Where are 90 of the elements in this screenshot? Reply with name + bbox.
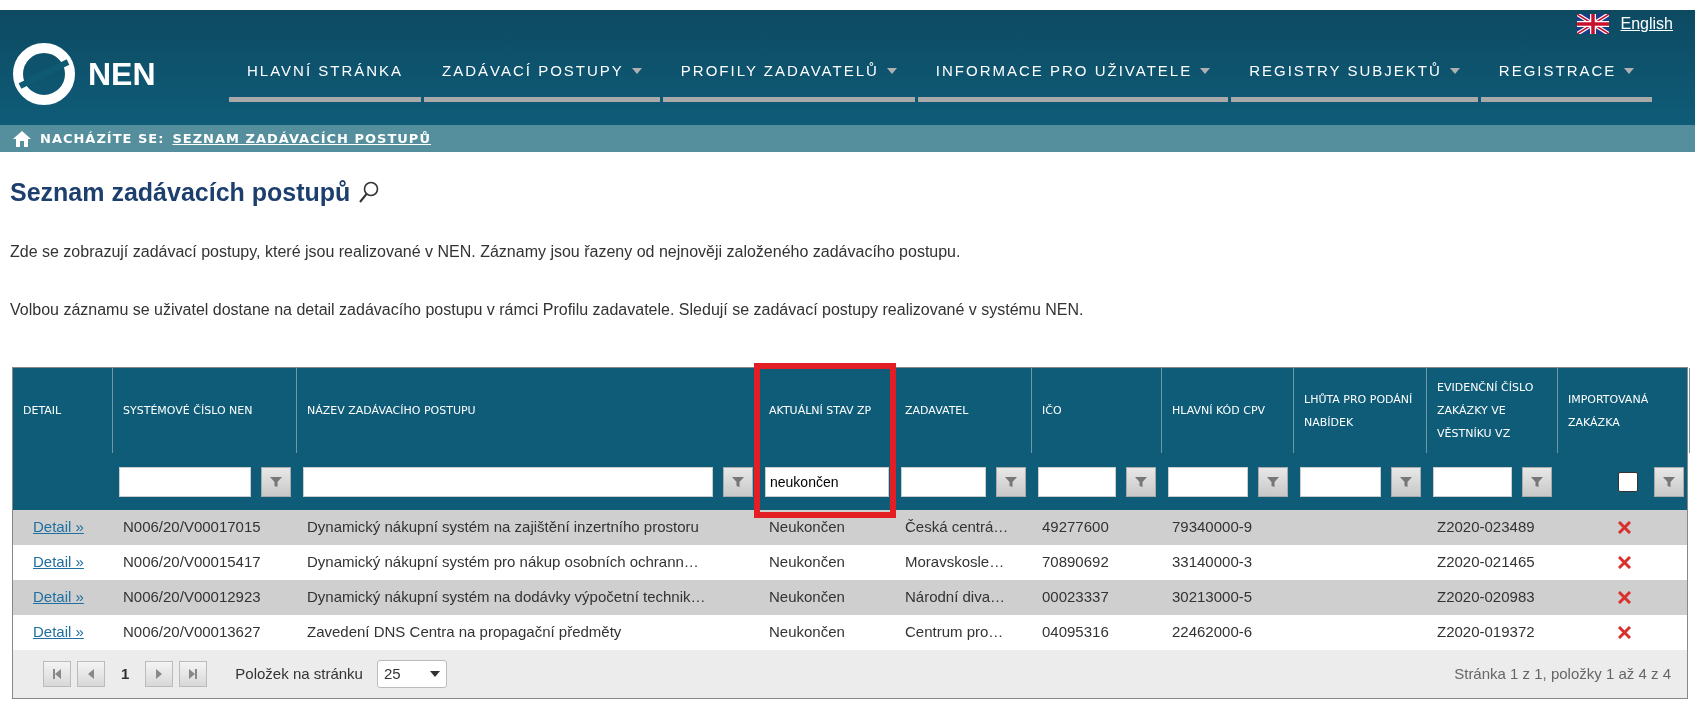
- detail-link[interactable]: Detail »: [33, 588, 84, 606]
- pager-button[interactable]: [77, 661, 105, 687]
- funnel-icon: [731, 474, 745, 489]
- filter-field[interactable]: [1038, 466, 1116, 497]
- table-cell: 00023337: [1042, 588, 1109, 606]
- table-cell: Z2020-021465: [1437, 553, 1535, 571]
- table-cell: 79340000-9: [1172, 518, 1253, 536]
- table-cell: Moravskosle…: [905, 553, 1005, 571]
- table-cell: Dynamický nákupní systém na dodávky výpočetní technik…: [307, 588, 706, 606]
- language-link[interactable]: English: [1620, 12, 1673, 36]
- table-cell: 22462000-6: [1172, 623, 1253, 641]
- funnel-icon: [1134, 474, 1148, 489]
- page-size-select[interactable]: 25: [376, 660, 447, 688]
- table-cell: 30213000-5: [1172, 588, 1253, 606]
- page-size-label: Položek na stránku: [235, 663, 363, 684]
- filter-button[interactable]: [261, 466, 291, 497]
- table-cell: 33140000-3: [1172, 553, 1253, 571]
- table-cell: Z2020-023489: [1437, 518, 1535, 536]
- filter-button[interactable]: [1126, 466, 1156, 497]
- filter-button[interactable]: [1654, 466, 1684, 497]
- caret-icon: [1449, 68, 1460, 75]
- breadcrumb-link[interactable]: SEZNAM ZADÁVACÍCH POSTUPŮ: [172, 128, 431, 149]
- filter-field[interactable]: [901, 466, 986, 497]
- caret-icon: [1624, 68, 1635, 75]
- page-title: Seznam zadávacích postupů: [10, 177, 351, 208]
- pager-summary: Stránka 1 z 1, položky 1 až 4 z 4: [1454, 663, 1671, 684]
- nav-menu-item[interactable]: PROFILY ZADAVATELŮ: [662, 60, 915, 102]
- table-cell: N006/20/V00017015: [123, 518, 261, 536]
- nav-menu-item[interactable]: ZADÁVACÍ POSTUPY: [424, 60, 660, 102]
- pager-button[interactable]: [145, 661, 174, 687]
- nav-menu-item[interactable]: REGISTRY SUBJEKTŮ: [1231, 60, 1478, 102]
- caret-icon: [631, 68, 642, 75]
- funnel-icon: [1266, 474, 1280, 489]
- nav-menu-item[interactable]: REGISTRACE: [1480, 60, 1653, 102]
- table-cell: N006/20/V00013627: [123, 623, 261, 641]
- nav-menu-item[interactable]: INFORMACE PRO UŽIVATELE: [917, 60, 1229, 102]
- filter-button[interactable]: [996, 466, 1026, 497]
- filter-field[interactable]: [1300, 466, 1381, 497]
- current-page: 1: [120, 663, 131, 684]
- filter-field[interactable]: neukončen: [765, 466, 889, 497]
- table-cell: Neukončen: [769, 518, 845, 536]
- filter-button[interactable]: [1391, 466, 1421, 497]
- funnel-icon: [1399, 474, 1413, 489]
- pager-button[interactable]: [179, 661, 208, 687]
- funnel-icon: [1530, 474, 1544, 489]
- detail-link[interactable]: Detail »: [33, 518, 84, 536]
- table-cell: N006/20/V00015417: [123, 553, 261, 571]
- breadcrumb-label: NACHÁZÍTE SE:: [40, 129, 165, 148]
- filter-button[interactable]: [1258, 466, 1288, 497]
- table-cell: Neukončen: [769, 623, 845, 641]
- detail-link[interactable]: Detail »: [33, 553, 84, 571]
- table-cell: 49277600: [1042, 518, 1109, 536]
- magnifier-icon: [358, 180, 381, 205]
- table-cell: Neukončen: [769, 588, 845, 606]
- caret-icon: [429, 671, 440, 677]
- filter-field[interactable]: [1433, 466, 1512, 497]
- table-cell: 70890692: [1042, 553, 1109, 571]
- pager-button[interactable]: [43, 661, 71, 687]
- caret-icon: [886, 68, 897, 75]
- pager-arrow-icon: [51, 668, 63, 680]
- table-cell: 04095316: [1042, 623, 1109, 641]
- logo-text: NEN: [88, 55, 156, 94]
- table-cell: Dynamický nákupní systém pro nákup osobních ochrann…: [307, 553, 699, 571]
- nav-menu-item[interactable]: HLAVNÍ STRÁNKA: [229, 60, 422, 102]
- description-text: Volbou záznamu se uživatel dostane na detail zadávacího postupu v rámci Profilu zadavatele. Sledují se zadávací postupy realizované v systému NEN.: [10, 299, 1085, 320]
- table-cell: Z2020-019372: [1437, 623, 1535, 641]
- home-icon: [12, 129, 32, 148]
- table-cell: Zavedení DNS Centra na propagační předměty: [307, 623, 622, 641]
- checkbox[interactable]: [1618, 471, 1638, 492]
- table-cell: Dynamický nákupní systém na zajištění inzertního prostoru: [307, 518, 699, 536]
- table-cell: Národní diva…: [905, 588, 1006, 606]
- table-cell: Neukončen: [769, 553, 845, 571]
- funnel-icon: [269, 474, 283, 489]
- description-text: Zde se zobrazují zadávací postupy, které jsou realizované v NEN. Záznamy jsou řazeny od nejnověji založeného zadávacího postupu.: [10, 241, 962, 262]
- table-cell: Z2020-020983: [1437, 588, 1535, 606]
- funnel-icon: [1004, 474, 1018, 489]
- logo-ring-icon: [12, 42, 76, 106]
- filter-button[interactable]: [723, 466, 753, 497]
- filter-field[interactable]: [1168, 466, 1248, 497]
- table-cell: N006/20/V00012923: [123, 588, 261, 606]
- filter-field[interactable]: [119, 466, 251, 497]
- table-cell: Centrum pro…: [905, 623, 1004, 641]
- detail-link[interactable]: Detail »: [33, 623, 84, 641]
- funnel-icon: [1662, 474, 1676, 489]
- filter-button[interactable]: [1522, 466, 1552, 497]
- caret-icon: [1200, 68, 1211, 75]
- flag-icon: [1576, 14, 1609, 34]
- table-cell: Česká centrá…: [905, 518, 1009, 536]
- pager-arrow-icon: [187, 668, 200, 680]
- filter-field[interactable]: [303, 466, 713, 497]
